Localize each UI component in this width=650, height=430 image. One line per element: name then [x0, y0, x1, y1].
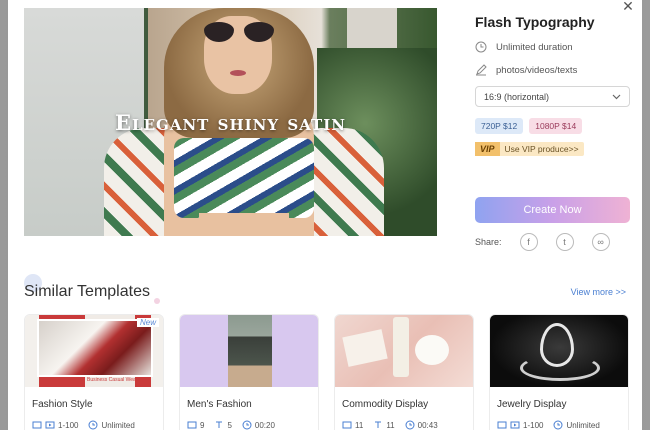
clock-icon: [405, 420, 415, 430]
ratio-selected: 16:9 (horizontal): [484, 91, 550, 102]
ratio-select[interactable]: 16:9 (horizontal): [475, 86, 630, 107]
thumbnail-photo: [37, 319, 153, 377]
create-now-button[interactable]: Create Now: [475, 197, 630, 223]
similar-templates-list: Business Casual Wear New Fashion Style 1…: [24, 314, 629, 430]
template-preview[interactable]: Elegant shiny satin: [24, 8, 437, 236]
meta-count: 1-100: [58, 420, 79, 430]
thumbnail-box: [342, 329, 388, 367]
meta-texts: 11: [386, 420, 395, 430]
chevron-down-icon: [612, 94, 621, 99]
price-tags: 720P $12 1080P $14: [475, 118, 630, 134]
meta-texts: 5: [227, 420, 232, 430]
share-row: Share: f t ∞: [475, 233, 630, 251]
thumbnail-photo: [228, 315, 272, 387]
similar-templates-heading: Similar Templates: [24, 283, 150, 300]
template-card-title: Jewelry Display: [497, 399, 567, 410]
template-card[interactable]: Jewelry Display 1-100 Unlimited: [489, 314, 629, 430]
template-card-meta: 11 11 00:43: [342, 420, 473, 430]
template-card-title: Commodity Display: [342, 399, 429, 410]
template-card[interactable]: Commodity Display 11 11 00:43: [334, 314, 474, 430]
template-card[interactable]: Business Casual Wear New Fashion Style 1…: [24, 314, 164, 430]
share-label: Share:: [475, 237, 502, 247]
meta-duration: Unlimited: [101, 420, 135, 430]
image-icon: [497, 421, 507, 429]
template-card-meta: 1-100 Unlimited: [32, 420, 163, 430]
preview-lips: [230, 70, 246, 76]
image-icon: [342, 421, 352, 429]
clock-icon: [553, 420, 563, 430]
view-more-link[interactable]: View more >>: [571, 287, 626, 297]
thumbnail-caption: Business Casual Wear: [87, 377, 138, 383]
pencil-icon: [476, 64, 487, 76]
preview-top: [174, 138, 314, 218]
template-card-title: Fashion Style: [32, 399, 93, 410]
meta-duration: 00:20: [254, 420, 275, 430]
duration-text: Unlimited duration: [496, 41, 573, 53]
image-icon: [32, 421, 42, 429]
template-card[interactable]: Men's Fashion 9 5 00:20: [179, 314, 319, 430]
image-icon: [187, 421, 197, 429]
meta-duration: Unlimited: [566, 420, 600, 430]
twitter-icon[interactable]: t: [555, 233, 574, 251]
media-row: photos/videos/texts: [475, 64, 630, 76]
meta-count: 1-100: [523, 420, 544, 430]
template-info-panel: Flash Typography Unlimited duration phot…: [475, 10, 630, 251]
meta-images: 11: [355, 420, 364, 430]
preview-sunglasses: [204, 22, 274, 44]
template-card-title: Men's Fashion: [187, 399, 252, 410]
preview-waist: [199, 213, 289, 236]
template-thumbnail: [180, 315, 318, 387]
facebook-icon[interactable]: f: [519, 233, 538, 251]
price-1080p-tag[interactable]: 1080P $14: [529, 118, 583, 134]
thumbnail-ring-stone: [540, 323, 574, 367]
vip-badge: VIP: [475, 142, 500, 156]
link-icon[interactable]: ∞: [591, 233, 610, 251]
text-icon: [216, 421, 223, 428]
clock-icon: [475, 41, 487, 53]
video-icon: [510, 421, 520, 429]
meta-duration: 00:43: [417, 420, 438, 430]
vip-text: Use VIP produce>>: [504, 144, 579, 154]
template-thumbnail: [490, 315, 628, 387]
template-title: Flash Typography: [475, 14, 595, 30]
decorative-dot-small: [154, 298, 160, 304]
price-720p-tag[interactable]: 720P $12: [475, 118, 524, 134]
template-thumbnail: [335, 315, 473, 387]
preview-headline: Elegant shiny satin: [115, 110, 346, 135]
text-icon: [375, 421, 382, 428]
thumbnail-bottle: [393, 317, 409, 377]
template-card-meta: 9 5 00:20: [187, 420, 318, 430]
media-text: photos/videos/texts: [496, 64, 578, 76]
vip-promo[interactable]: VIP Use VIP produce>>: [475, 142, 584, 156]
thumbnail-jar: [415, 335, 449, 365]
duration-row: Unlimited duration: [475, 41, 630, 53]
template-card-meta: 1-100 Unlimited: [497, 420, 628, 430]
new-badge: New: [136, 318, 159, 327]
meta-images: 9: [200, 420, 205, 430]
clock-icon: [88, 420, 98, 430]
clock-icon: [242, 420, 252, 430]
template-detail-modal: Elegant shiny satin ✕ Flash Typography U…: [8, 0, 642, 430]
video-icon: [45, 421, 55, 429]
